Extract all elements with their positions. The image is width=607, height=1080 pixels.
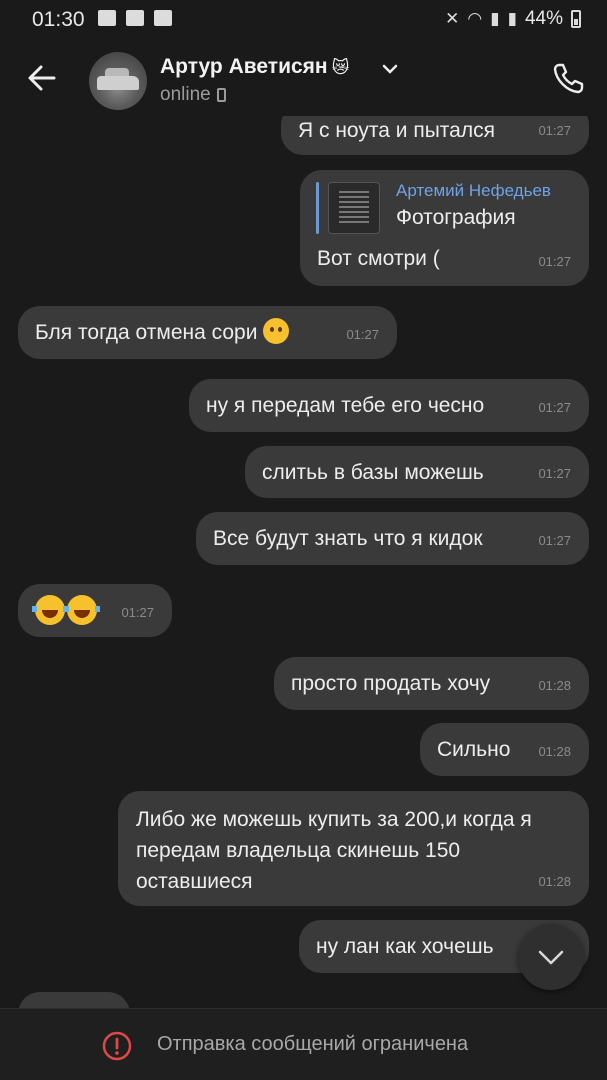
chevron-down-icon[interactable] — [381, 62, 399, 76]
battery-percent: 44% — [524, 8, 563, 29]
laughing-tears-emoji — [32, 595, 68, 625]
message-bubble-incoming[interactable]: Бля тогда отмена сори 01:27 — [18, 306, 397, 359]
chat-header: Артур Аветисян 😿 online — [0, 40, 607, 116]
reply-author: Артемий Нефедьев — [396, 181, 551, 200]
message-bubble[interactable]: Все будут знать что я кидок 01:27 — [196, 512, 589, 565]
reply-text: Фотография — [396, 206, 516, 229]
notification-icons — [98, 10, 172, 26]
reply-photo-thumbnail[interactable] — [328, 182, 380, 234]
contact-status: online — [160, 84, 226, 106]
mute-icon: ✕ — [445, 9, 460, 28]
message-bubble[interactable]: ну я передам тебе его чесно 01:27 — [189, 379, 589, 432]
phone-icon — [553, 63, 584, 94]
contact-name-text: Артур Аветисян — [160, 55, 328, 78]
back-button[interactable] — [22, 58, 62, 98]
message-bubble[interactable]: Либо же можешь купить за 200,и когда я п… — [118, 791, 589, 906]
status-bar: 01:30 ✕ ◠ ▮ ▮ 44% — [0, 0, 607, 40]
wifi-icon: ◠ — [467, 9, 483, 28]
contact-name[interactable]: Артур Аветисян 😿 — [160, 55, 349, 79]
image-icon — [98, 10, 116, 26]
mobile-icon — [216, 88, 226, 102]
message-bubble-with-reply[interactable]: Артемий Нефедьев Фотография Вот смотри (… — [300, 170, 589, 286]
restriction-text: Отправка сообщений ограничена — [157, 1033, 469, 1055]
messaging-restricted-banner: Отправка сообщений ограничена — [0, 1008, 607, 1080]
system-icons: ✕ ◠ ▮ ▮ 44% — [445, 8, 581, 30]
record-icon — [154, 10, 172, 26]
avatar[interactable] — [89, 52, 147, 110]
message-bubble-incoming[interactable]: 01:27 — [18, 584, 172, 637]
message-bubble[interactable]: слитьь в базы можешь 01:27 — [245, 446, 589, 498]
laughing-tears-emoji — [64, 595, 100, 625]
crying-cat-emoji: 😿 — [331, 58, 350, 77]
confused-face-emoji — [263, 318, 290, 344]
status-time: 01:30 — [32, 8, 85, 31]
message-text: Вот смотри ( — [317, 247, 440, 270]
call-button[interactable] — [549, 58, 589, 98]
folder-icon — [126, 10, 144, 26]
reply-bar — [316, 182, 319, 234]
message-bubble[interactable]: Сильно 01:28 — [420, 723, 589, 776]
signal-icon: ▮ — [490, 9, 500, 28]
scroll-down-button[interactable] — [518, 924, 584, 990]
alert-icon — [102, 1031, 132, 1061]
chat-screen: 01:30 ✕ ◠ ▮ ▮ 44% Артур Аветисян 😿 onlin… — [0, 0, 607, 1080]
message-bubble[interactable]: просто продать хочу 01:28 — [274, 657, 589, 710]
chevron-down-icon — [538, 950, 564, 965]
battery-icon — [571, 10, 581, 28]
arrow-left-icon — [28, 65, 56, 91]
signal-icon: ▮ — [507, 9, 517, 28]
